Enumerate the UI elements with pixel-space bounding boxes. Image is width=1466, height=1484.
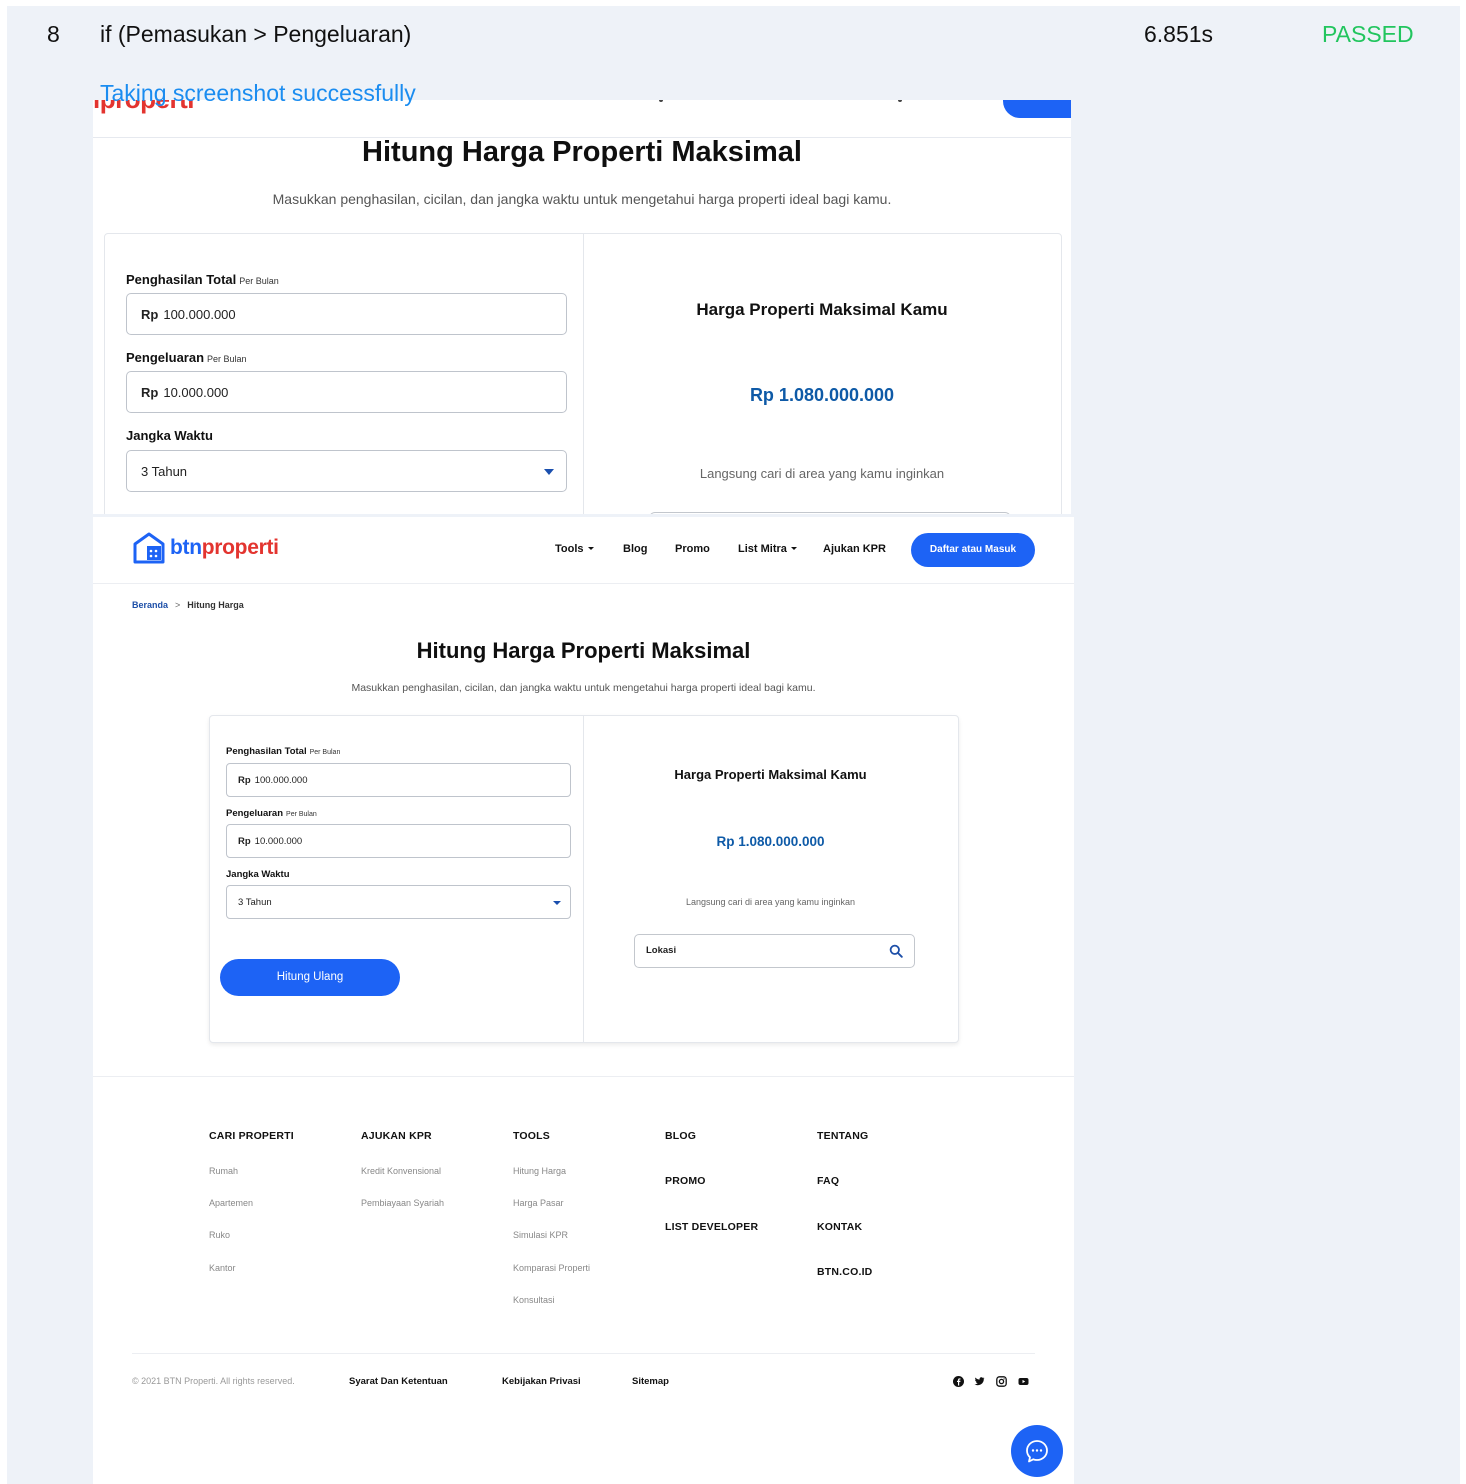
- footer-link-faq[interactable]: FAQ: [817, 1175, 839, 1187]
- footer-link[interactable]: Apartemen: [209, 1198, 253, 1208]
- location-placeholder: Lokasi: [646, 945, 677, 956]
- test-duration: 6.851s: [1144, 21, 1214, 47]
- chevron-down-icon: [553, 901, 561, 905]
- expense-input[interactable]: Rp 10.000.000: [226, 824, 571, 858]
- calculator-card: Penghasilan Total Per Bulan Rp 100.000.000…: [209, 715, 959, 1043]
- nav-tools[interactable]: Tools: [555, 543, 594, 555]
- youtube-icon[interactable]: [1018, 1374, 1029, 1385]
- register-login-button[interactable]: Daftar atau Masuk: [911, 533, 1035, 567]
- shot1-term-label: Jangka Waktu: [126, 428, 213, 443]
- breadcrumb: Beranda > Hitung Harga: [132, 600, 244, 610]
- nav-ajukan-kpr[interactable]: Ajukan KPR: [823, 543, 886, 555]
- footer-link[interactable]: Pembiayaan Syariah: [361, 1198, 444, 1208]
- footer-link[interactable]: Kredit Konvensional: [361, 1166, 441, 1176]
- terms-link[interactable]: Syarat Dan Ketentuan: [349, 1376, 448, 1387]
- shot1-page-title: Hitung Harga Properti Maksimal: [362, 136, 802, 168]
- footer-link[interactable]: Simulasi KPR: [513, 1230, 568, 1240]
- chevron-down-icon: [790, 547, 797, 550]
- location-search-field[interactable]: Lokasi: [634, 934, 915, 968]
- footer-link[interactable]: Kantor: [209, 1263, 236, 1273]
- test-title: if (Pemasukan > Pengeluaran): [100, 21, 412, 47]
- facebook-icon[interactable]: [953, 1374, 964, 1387]
- result-note: Langsung cari di area yang kamu inginkan: [685, 897, 856, 907]
- search-icon[interactable]: [889, 944, 903, 958]
- footer-link[interactable]: Komparasi Properti: [513, 1263, 590, 1273]
- footer-link-btn[interactable]: BTN.CO.ID: [817, 1266, 872, 1278]
- breadcrumb-current: Hitung Harga: [187, 600, 244, 610]
- result-price: Rp 1.080.000.000: [716, 834, 825, 849]
- footer-divider: [93, 1076, 1074, 1077]
- shot1-expense-label: Pengeluaran Per Bulan: [126, 350, 247, 365]
- footer-link[interactable]: Konsultasi: [513, 1295, 555, 1305]
- shot1-term-select: 3 Tahun: [126, 450, 567, 492]
- footer-link[interactable]: Harga Pasar: [513, 1198, 564, 1208]
- term-select[interactable]: 3 Tahun: [226, 885, 571, 919]
- navbar: btnproperti Tools Blog Promo List Mitra …: [93, 517, 1074, 584]
- chevron-down-icon: [587, 547, 594, 550]
- shot1-nav-fragment: [659, 100, 663, 102]
- chat-icon: [1026, 1440, 1048, 1463]
- expense-label: Pengeluaran Per Bulan: [226, 808, 317, 819]
- nav-promo[interactable]: Promo: [675, 543, 710, 555]
- shot1-expense-field: Rp 10.000.000: [126, 371, 567, 413]
- nav-list-mitra[interactable]: List Mitra: [738, 543, 797, 555]
- shot1-result-title: Harga Properti Maksimal Kamu: [696, 300, 948, 319]
- sitemap-link[interactable]: Sitemap: [632, 1376, 669, 1387]
- footer-heading-ajukan-kpr: AJUKAN KPR: [361, 1130, 432, 1142]
- footer-link-promo[interactable]: PROMO: [665, 1175, 706, 1187]
- term-label: Jangka Waktu: [226, 869, 290, 880]
- shot1-nav-fragment: [898, 100, 902, 102]
- result-title: Harga Properti Maksimal Kamu: [674, 767, 867, 782]
- shot1-location-field: [649, 512, 1011, 514]
- shot1-page-subtitle: Masukkan penghasilan, cicilan, dan jangk…: [272, 191, 892, 207]
- page-title: Hitung Harga Properti Maksimal: [416, 638, 751, 663]
- card-divider: [583, 716, 584, 1042]
- shot1-calculator-card: Penghasilan Total Per Bulan Rp 100.000.000…: [104, 233, 1062, 514]
- income-label: Penghasilan Total Per Bulan: [226, 746, 341, 757]
- footer-link-list-developer[interactable]: LIST DEVELOPER: [665, 1221, 758, 1233]
- footer-link[interactable]: Hitung Harga: [513, 1166, 566, 1176]
- shot1-result-note: Langsung cari di area yang kamu inginkan: [699, 466, 945, 481]
- footer-link[interactable]: Ruko: [209, 1230, 230, 1240]
- chevron-down-icon: [544, 469, 554, 475]
- instagram-icon[interactable]: [996, 1374, 1007, 1387]
- logo-text: btnproperti: [170, 536, 279, 559]
- logo[interactable]: btnproperti: [132, 531, 279, 565]
- chevron-right-icon: >: [175, 600, 181, 610]
- twitter-icon[interactable]: [974, 1374, 985, 1386]
- footer-link[interactable]: Rumah: [209, 1166, 238, 1176]
- screenshot-1: iproperti Hitung Harga Properti Maksimal…: [93, 100, 1071, 514]
- footer-link-kontak[interactable]: KONTAK: [817, 1221, 862, 1233]
- copyright: © 2021 BTN Properti. All rights reserved…: [132, 1376, 295, 1386]
- screenshot-2: btnproperti Tools Blog Promo List Mitra …: [93, 517, 1074, 1484]
- nav-blog[interactable]: Blog: [623, 543, 647, 555]
- shot1-income-label: Penghasilan Total Per Bulan: [126, 272, 279, 287]
- footer-link-tentang[interactable]: TENTANG: [817, 1130, 868, 1142]
- footer-bottom-divider: [132, 1353, 1035, 1354]
- shot1-cta-fragment: [1003, 100, 1071, 118]
- breadcrumb-home[interactable]: Beranda: [132, 600, 168, 610]
- house-logo-icon: [132, 532, 166, 564]
- shot1-income-field: Rp 100.000.000: [126, 293, 567, 335]
- recalculate-button[interactable]: Hitung Ulang: [220, 959, 400, 996]
- chat-button[interactable]: [1011, 1425, 1063, 1477]
- footer-link-blog[interactable]: BLOG: [665, 1130, 696, 1142]
- footer-heading-cari-properti: CARI PROPERTI: [209, 1130, 294, 1142]
- test-row-number: 8: [47, 21, 60, 47]
- footer-heading-tools: TOOLS: [513, 1130, 550, 1142]
- test-status: PASSED: [1322, 21, 1414, 47]
- log-message: Taking screenshot successfully: [100, 80, 416, 106]
- shot1-result-price: Rp 1.080.000.000: [749, 385, 895, 405]
- privacy-link[interactable]: Kebijakan Privasi: [502, 1376, 581, 1387]
- page-subtitle: Masukkan penghasilan, cicilan, dan jangk…: [351, 682, 816, 694]
- income-input[interactable]: Rp 100.000.000: [226, 763, 571, 797]
